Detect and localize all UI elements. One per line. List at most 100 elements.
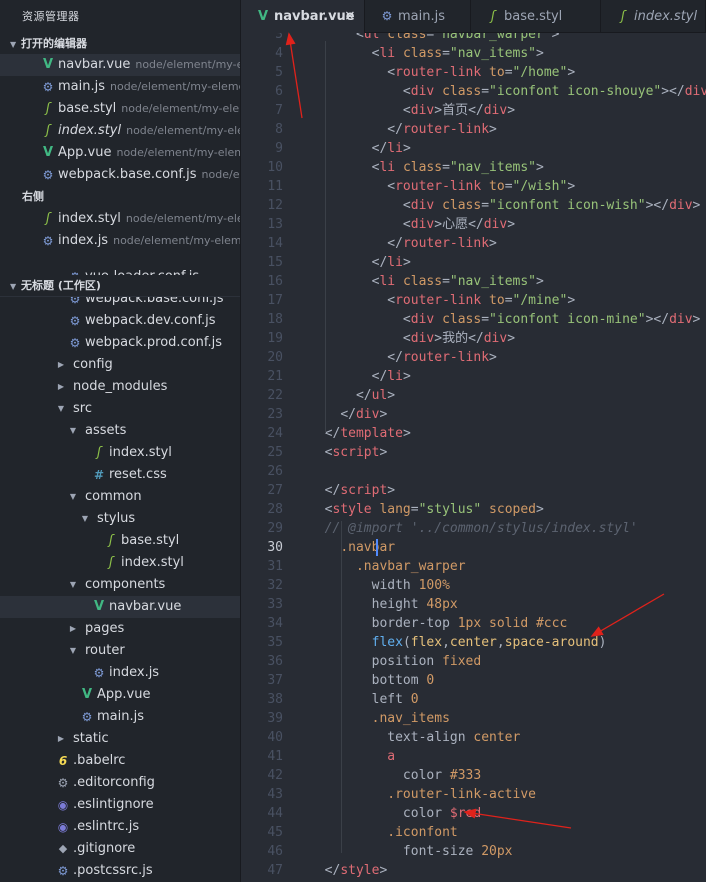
tree-file[interactable]: ◉ .eslintrc.js	[0, 816, 240, 838]
tree-file[interactable]: V App.vue	[0, 684, 240, 706]
code-line[interactable]: // @import '../common/stylus/index.styl'	[309, 519, 638, 538]
code-token: class	[442, 312, 482, 327]
code-line[interactable]: font-size 20px	[309, 842, 513, 861]
tree-folder[interactable]: ▼ components	[0, 574, 240, 596]
line-number: 31	[267, 559, 283, 574]
tree-file[interactable]: ◆ .gitignore	[0, 838, 240, 860]
code-line[interactable]: position fixed	[309, 652, 482, 671]
open-editor-item[interactable]: ʃ index.styl node/element/my-ele...	[0, 120, 240, 142]
line-number: 26	[267, 464, 283, 479]
code-line[interactable]: left 0	[309, 690, 419, 709]
tree-folder[interactable]: ▶ config	[0, 354, 240, 376]
code-line[interactable]: </script>	[309, 481, 395, 500]
code-token: </	[371, 141, 388, 156]
code-line[interactable]: bottom 0	[309, 671, 435, 690]
tree-file[interactable]: ⚙ .postcssrc.js	[0, 860, 240, 882]
tree-file[interactable]: ʃ index.styl	[0, 552, 240, 574]
open-editor-item[interactable]: ⚙ main.js node/element/my-eleme...	[0, 76, 240, 98]
code-line[interactable]: flex(flex,center,space-around)	[309, 633, 607, 652]
open-editor-item[interactable]: Vnavbar.vue node/element/my-e...	[0, 54, 240, 76]
code-token: >	[567, 293, 576, 308]
code-line[interactable]: <div class="iconfont icon-shouye"></div>	[309, 82, 706, 101]
open-editor-item[interactable]: ⚙ webpack.base.conf.js node/ele...	[0, 164, 240, 186]
line-number: 11	[267, 179, 283, 194]
code-line[interactable]: .navbar_warper	[309, 557, 466, 576]
file-tree: ⚙vue-loader.conf.js⚙webpack.base.conf.js…	[0, 266, 240, 882]
code-line[interactable]: </ul>	[309, 386, 395, 405]
code-line[interactable]: border-top 1px solid #ccc	[309, 614, 568, 633]
chevron-right-icon: ▶	[57, 382, 65, 391]
code-line[interactable]: <div>我的</div>	[309, 329, 515, 348]
tree-folder[interactable]: ▶ pages	[0, 618, 240, 640]
workspace-header[interactable]: ▼ 无标题 (工作区)	[0, 275, 240, 297]
code-line[interactable]: <router-link to="/mine">	[309, 291, 575, 310]
code-line[interactable]: <li class="nav_items">	[309, 44, 544, 63]
code-token: border-top	[371, 616, 458, 631]
tree-file[interactable]: ⚙ main.js	[0, 706, 240, 728]
open-editors-header[interactable]: ▼ 打开的编辑器	[0, 33, 240, 54]
open-editor-item[interactable]: ⚙ index.js node/element/my-elem...	[0, 230, 240, 252]
tree-folder[interactable]: ▶ static	[0, 728, 240, 750]
code-line[interactable]: </router-link>	[309, 120, 497, 139]
code-line[interactable]: .nav_items	[309, 709, 450, 728]
code-line[interactable]: <router-link to="/home">	[309, 63, 575, 82]
tree-folder[interactable]: ▼ src	[0, 398, 240, 420]
code-token: 100%	[418, 578, 450, 593]
code-line[interactable]: </div>	[309, 405, 387, 424]
code-line[interactable]: <div>首页</div>	[309, 101, 515, 120]
open-editor-item[interactable]: ʃ index.styl node/element/my-ele...	[0, 208, 240, 230]
code-line[interactable]: </router-link>	[309, 234, 497, 253]
explorer-title: 资源管理器	[22, 10, 80, 23]
code-line[interactable]: a	[309, 747, 395, 766]
tree-file[interactable]: # reset.css	[0, 464, 240, 486]
tree-file[interactable]: ⚙ webpack.dev.conf.js	[0, 310, 240, 332]
open-editor-item[interactable]: V App.vue node/element/my-element...	[0, 142, 240, 164]
indent-guide	[325, 41, 326, 433]
tree-folder[interactable]: ▼ router	[0, 640, 240, 662]
tree-file[interactable]: Vnavbar.vue	[0, 596, 240, 618]
tree-file[interactable]: 6 .babelrc	[0, 750, 240, 772]
code-editor[interactable]: 3 <ul class="navbar_warper"> 4 <li class=…	[241, 33, 706, 882]
tree-file[interactable]: ⚙ webpack.prod.conf.js	[0, 332, 240, 354]
code-line[interactable]: color $red	[309, 804, 481, 823]
code-line[interactable]: <li class="nav_items">	[309, 272, 544, 291]
tab-base-styl[interactable]: ʃ base.styl	[471, 0, 601, 33]
code-line[interactable]: color #333	[309, 766, 481, 785]
tab-navbar-vue[interactable]: Vnavbar.vue ×	[241, 0, 365, 33]
tab-label: navbar.vue	[274, 9, 355, 24]
code-line[interactable]: <div class="iconfont icon-mine"></div>	[309, 310, 700, 329]
tree-file[interactable]: ⚙ index.js	[0, 662, 240, 684]
tree-item-label: static	[73, 731, 109, 746]
code-line[interactable]: .navbar	[309, 538, 395, 557]
code-line[interactable]: <ul class="navbar_warper">	[309, 33, 560, 44]
js-icon: ⚙	[57, 864, 69, 878]
close-icon[interactable]: ×	[344, 0, 356, 33]
code-line[interactable]: .router-link-active	[309, 785, 536, 804]
tree-folder[interactable]: ▶ node_modules	[0, 376, 240, 398]
code-line[interactable]: <div class="iconfont icon-wish"></div>	[309, 196, 700, 215]
tree-folder[interactable]: ▼ assets	[0, 420, 240, 442]
open-editor-path: node/element/my-eleme...	[110, 80, 240, 93]
code-line[interactable]: </style>	[309, 861, 388, 880]
open-editor-item[interactable]: ʃ base.styl node/element/my-ele...	[0, 98, 240, 120]
code-token: <	[402, 312, 411, 327]
code-line[interactable]: width 100%	[309, 576, 450, 595]
code-line[interactable]: .iconfont	[309, 823, 457, 842]
tab-main-js[interactable]: ⚙ main.js	[365, 0, 471, 33]
code-line[interactable]: </router-link>	[309, 348, 497, 367]
vue-icon: V	[42, 145, 54, 160]
line-number: 36	[267, 654, 283, 669]
code-line[interactable]: <script>	[309, 443, 388, 462]
tree-file[interactable]: ʃ base.styl	[0, 530, 240, 552]
tree-folder[interactable]: ▼ common	[0, 486, 240, 508]
tree-file[interactable]: ⚙ .editorconfig	[0, 772, 240, 794]
tab-index-styl[interactable]: ʃ index.styl	[601, 0, 706, 33]
code-line[interactable]: <router-link to="/wish">	[309, 177, 575, 196]
tree-file[interactable]: ʃ index.styl	[0, 442, 240, 464]
code-line[interactable]: <style lang="stylus" scoped>	[309, 500, 544, 519]
tree-file[interactable]: ◉ .eslintignore	[0, 794, 240, 816]
code-line[interactable]: <li class="nav_items">	[309, 158, 544, 177]
code-line[interactable]: height 48px	[309, 595, 458, 614]
tree-folder[interactable]: ▼ stylus	[0, 508, 240, 530]
code-line[interactable]: <div>心愿</div>	[309, 215, 515, 234]
